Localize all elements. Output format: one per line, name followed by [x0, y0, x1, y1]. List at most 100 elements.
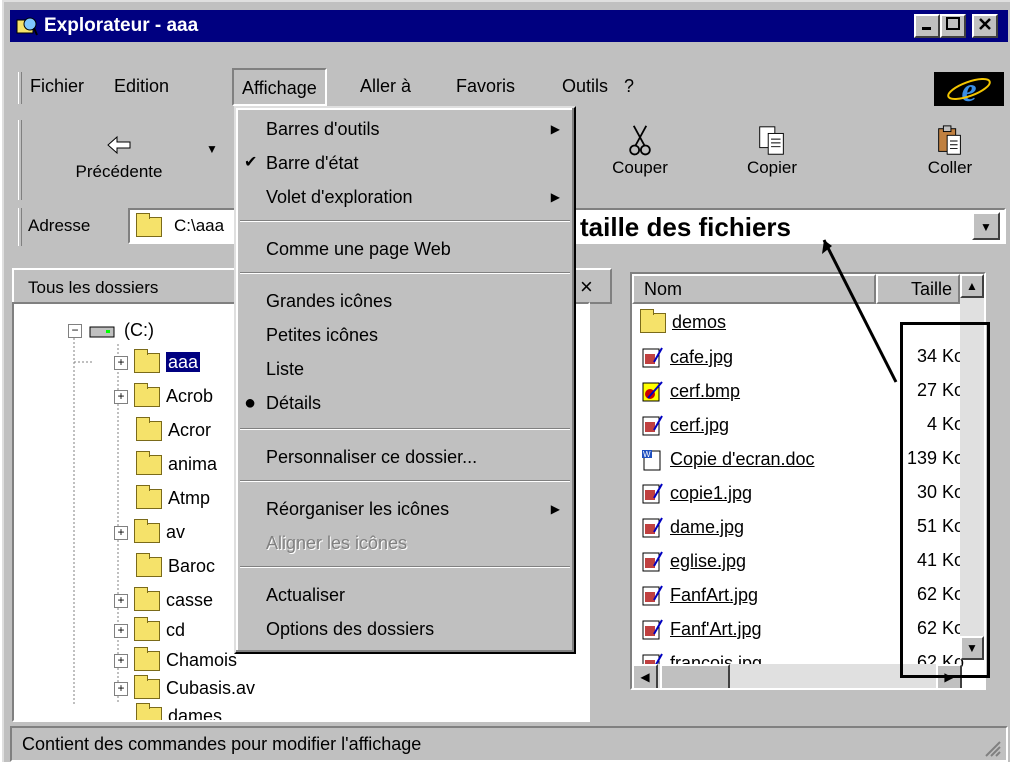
menu-outils[interactable]: Outils: [562, 76, 608, 97]
paste-button[interactable]: Coller: [910, 124, 990, 178]
file-name: Copie d'ecran.doc: [670, 448, 815, 469]
menu-item-label: Volet d'exploration: [266, 187, 413, 207]
tree-item[interactable]: Acror: [136, 417, 211, 442]
cut-label: Couper: [612, 158, 668, 177]
submenu-arrow-icon: ▶: [550, 122, 560, 136]
expand-icon[interactable]: +: [114, 654, 128, 669]
submenu-arrow-icon: ▶: [550, 502, 560, 516]
tree-item[interactable]: Baroc: [136, 553, 215, 578]
list-item[interactable]: FanfArt.jpg: [640, 584, 758, 608]
menu-item-customize-folder[interactable]: Personnaliser ce dossier...: [236, 440, 574, 474]
collapse-icon[interactable]: −: [68, 324, 82, 339]
back-label: Précédente: [75, 162, 163, 181]
column-label: Nom: [644, 279, 683, 299]
file-name: demos: [672, 312, 727, 332]
tree-drive-c[interactable]: − (C:): [68, 320, 154, 341]
folder-open-icon: [134, 349, 160, 374]
menu-separator: [240, 220, 570, 222]
list-item[interactable]: copie1.jpg: [640, 482, 752, 506]
expand-icon[interactable]: +: [114, 594, 128, 609]
list-item[interactable]: Fanf'Art.jpg: [640, 618, 761, 642]
file-name: cerf.jpg: [670, 414, 730, 435]
scroll-up-button[interactable]: ▲: [588, 318, 590, 348]
expand-icon[interactable]: +: [114, 526, 128, 541]
menu-item-list[interactable]: Liste: [236, 352, 574, 386]
tree-label: av: [166, 522, 186, 542]
menu-item-label: Détails: [266, 393, 322, 413]
expand-icon[interactable]: +: [114, 356, 128, 371]
tree-item[interactable]: Atmp: [136, 485, 210, 510]
menu-item-label: Barres d'outils: [266, 119, 380, 139]
tree-item[interactable]: + casse: [114, 587, 213, 612]
list-item[interactable]: W Copie d'ecran.doc: [640, 448, 815, 472]
close-button[interactable]: [972, 14, 998, 38]
list-item[interactable]: dame.jpg: [640, 516, 744, 540]
menu-fichier[interactable]: Fichier: [30, 76, 84, 97]
maximize-button[interactable]: [940, 14, 966, 38]
expand-icon[interactable]: +: [114, 682, 128, 697]
paste-icon: [938, 125, 961, 155]
menu-item-label: Barre d'état: [266, 153, 359, 173]
tree-item[interactable]: dames: [136, 703, 222, 720]
menu-item-web-page[interactable]: Comme une page Web: [236, 232, 574, 266]
close-panel-icon[interactable]: ×: [580, 274, 593, 300]
back-button[interactable]: Précédente: [64, 128, 174, 182]
menu-affichage[interactable]: Affichage: [232, 68, 327, 106]
expand-icon[interactable]: +: [114, 624, 128, 639]
tree-item[interactable]: + Acrob: [114, 383, 213, 408]
menu-item-details[interactable]: ● Détails: [236, 386, 574, 420]
tree-item[interactable]: + cd: [114, 617, 186, 642]
minimize-button[interactable]: [914, 14, 940, 38]
hscroll-thumb[interactable]: [660, 664, 730, 688]
tree-item[interactable]: + Chamois: [114, 647, 237, 672]
cut-button[interactable]: Couper: [600, 124, 680, 178]
scroll-left-button[interactable]: ◀: [632, 664, 658, 688]
scroll-up-button[interactable]: ▲: [960, 274, 984, 298]
tree-item[interactable]: + Cubasis.av: [114, 675, 255, 700]
menu-item-arrange-icons[interactable]: Réorganiser les icônes ▶: [236, 492, 574, 526]
file-name: copie1.jpg: [670, 482, 753, 503]
menu-item-explorer-bar[interactable]: Volet d'exploration ▶: [236, 180, 574, 214]
tree-scrollbar[interactable]: ▲ ▼: [588, 304, 590, 720]
resize-grip-icon[interactable]: [982, 738, 1002, 758]
copy-icon: [759, 126, 784, 155]
tree-label: cd: [166, 620, 186, 640]
menu-aller-a[interactable]: Aller à: [360, 76, 411, 97]
image-file-icon: [642, 517, 663, 538]
menu-item-status-bar[interactable]: ✔ Barre d'état: [236, 146, 574, 180]
menu-item-folder-options[interactable]: Options des dossiers: [236, 612, 574, 646]
menu-item-small-icons[interactable]: Petites icônes: [236, 318, 574, 352]
menu-edition[interactable]: Edition: [114, 76, 169, 97]
title-bar[interactable]: Explorateur - aaa: [10, 10, 1008, 42]
scroll-down-button[interactable]: ▼: [588, 690, 590, 720]
menu-item-label: Grandes icônes: [266, 291, 393, 311]
image-file-icon: [642, 619, 663, 640]
menu-item-toolbars[interactable]: Barres d'outils ▶: [236, 112, 574, 146]
scroll-thumb[interactable]: [588, 352, 590, 416]
scissors-icon: [629, 125, 651, 156]
back-dropdown-icon[interactable]: ▼: [206, 142, 218, 156]
tree-item-aaa[interactable]: + aaa: [114, 349, 201, 374]
paste-label: Coller: [927, 158, 973, 177]
maximize-icon: [946, 17, 960, 30]
expand-icon[interactable]: +: [114, 390, 128, 405]
tree-item[interactable]: + av: [114, 519, 186, 544]
tree-item[interactable]: anima: [136, 451, 217, 476]
list-item[interactable]: cerf.jpg: [640, 414, 729, 438]
list-item[interactable]: eglise.jpg: [640, 550, 746, 574]
copy-button[interactable]: Copier: [732, 124, 812, 178]
file-name: dame.jpg: [670, 516, 745, 537]
menu-help[interactable]: ?: [624, 76, 634, 97]
menu-item-refresh[interactable]: Actualiser: [236, 578, 574, 612]
list-item[interactable]: cerf.bmp: [640, 380, 740, 404]
svg-text:W: W: [643, 450, 651, 459]
folder-icon: [136, 485, 162, 510]
list-item[interactable]: cafe.jpg: [640, 346, 733, 370]
checkmark-icon: ✔: [244, 154, 258, 171]
list-item[interactable]: demos: [640, 309, 727, 334]
word-document-icon: W: [642, 450, 661, 471]
address-dropdown-button[interactable]: ▼: [972, 212, 1000, 240]
menu-favoris[interactable]: Favoris: [456, 76, 515, 97]
file-name: eglise.jpg: [670, 550, 747, 571]
menu-item-large-icons[interactable]: Grandes icônes: [236, 284, 574, 318]
